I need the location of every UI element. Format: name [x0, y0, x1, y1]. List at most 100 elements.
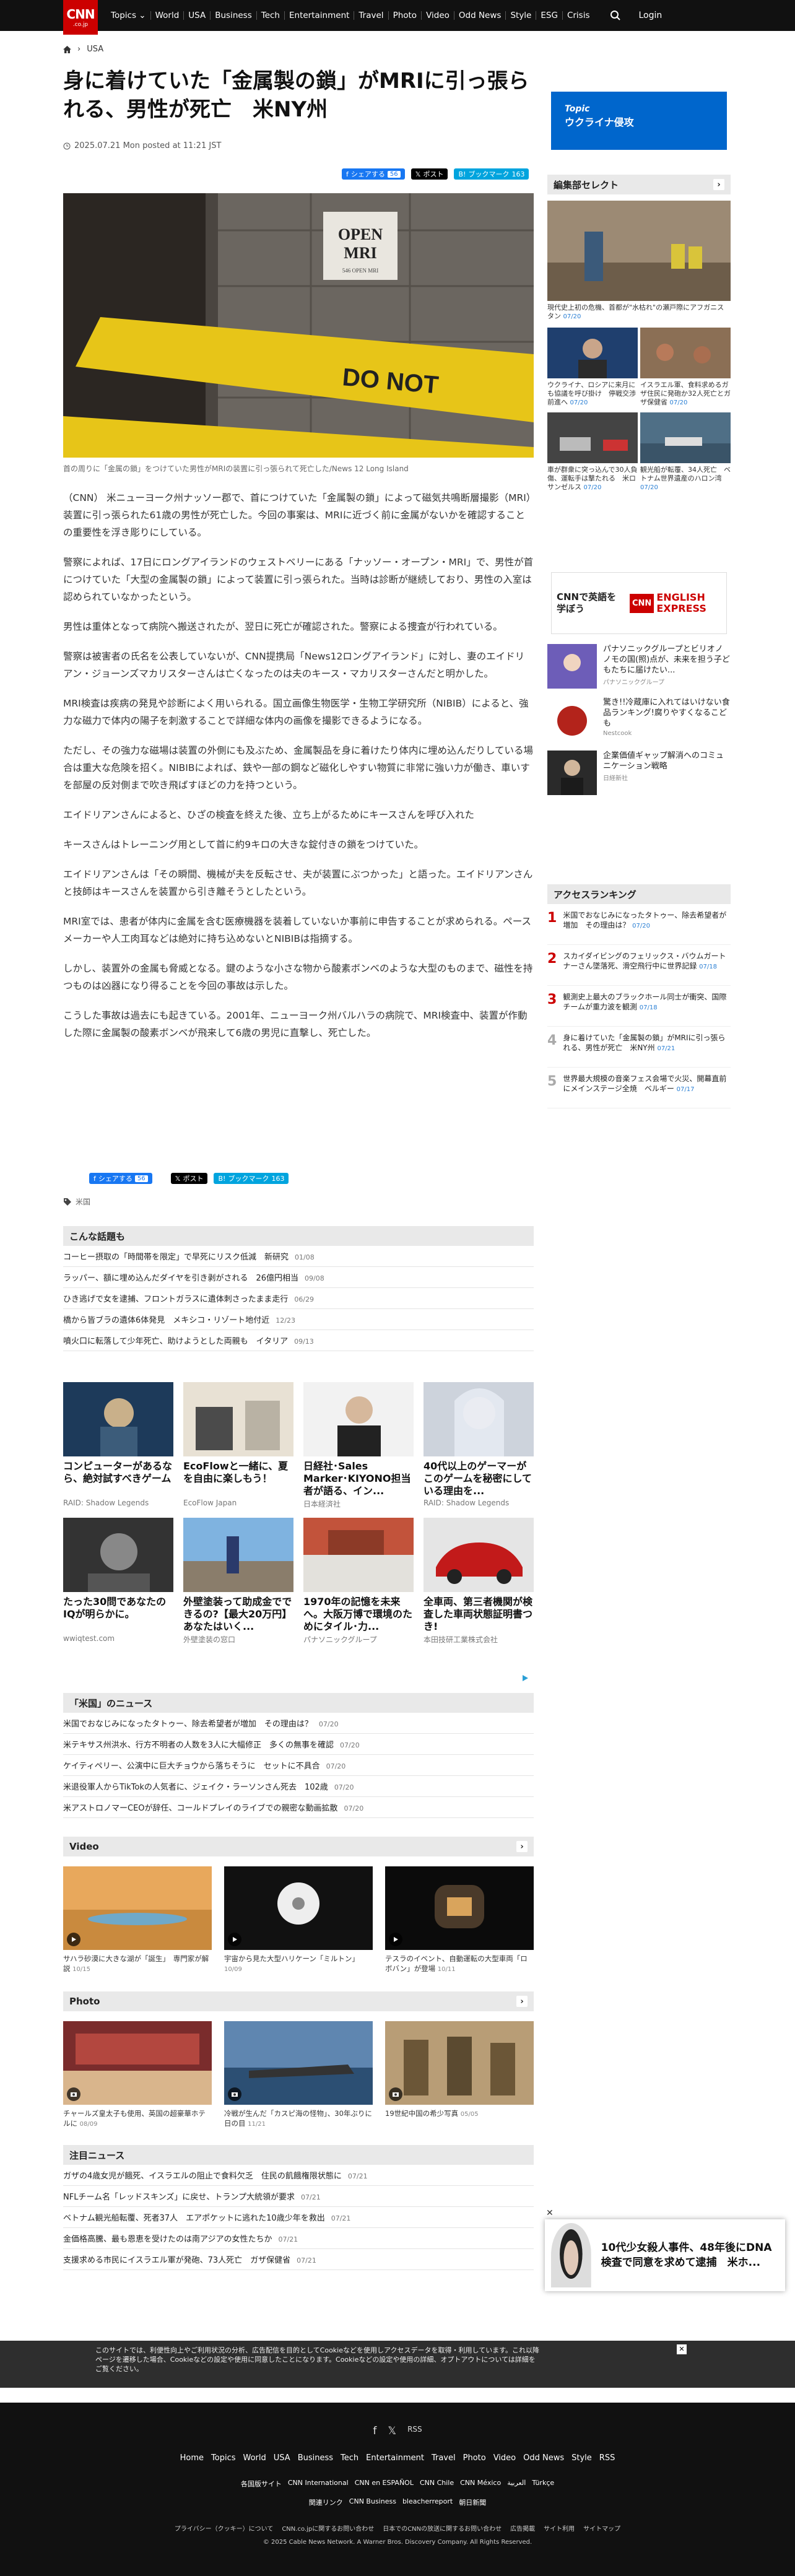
list-item[interactable]: ラッパー、額に埋め込んだダイヤを引き剥がされる 26億円相当 09/08: [63, 1267, 534, 1288]
list-item[interactable]: 米退役軍人からTikTokの人気者に、ジェイク・ラーソンさん死去 102歳 07/…: [63, 1776, 534, 1797]
list-item[interactable]: 米テキサス州洪水、行方不明者の人数を3人に大幅修正 多くの無事を確認 07/20: [63, 1734, 534, 1755]
footer-link[interactable]: Entertainment: [366, 2453, 424, 2463]
nav-odd-news[interactable]: Odd News: [454, 11, 506, 20]
list-item[interactable]: 米アストロノマーCEOが辞任、コールドプレイのライブでの親密な動画拡散 07/20: [63, 1797, 534, 1818]
list-item[interactable]: 金価格高騰、最も恩恵を受けたのは南アジアの女性たちか 07/21: [63, 2228, 534, 2249]
facebook-share-button[interactable]: f シェアする 56: [342, 168, 405, 180]
list-item[interactable]: 噴火口に転落して少年死亡、助けようとした両親も イタリア 09/13: [63, 1330, 534, 1351]
english-express-banner[interactable]: CNNで英語を学ぼう CNN ENGLISH EXPRESS: [551, 572, 727, 634]
footer-link[interactable]: Photo: [463, 2453, 486, 2463]
sponsored-card[interactable]: 全車両、第三者機関が検査した車両状態証明書つき! 本田技研工業株式会社: [424, 1518, 534, 1645]
nav-crisis[interactable]: Crisis: [563, 11, 594, 20]
related-link[interactable]: bleacherreport: [402, 2497, 453, 2507]
promo-item[interactable]: パナソニックグループとビリオノノモの国(照)点が、未来を担う子どもたちに届けたい…: [547, 644, 731, 689]
facebook-share-button[interactable]: f シェアする 56: [89, 1173, 152, 1184]
sponsored-card[interactable]: EcoFlowと一緒に、夏を自由に楽しもう！ EcoFlow Japan: [183, 1382, 293, 1509]
chevron-right-icon[interactable]: ›: [713, 179, 724, 190]
nav-travel[interactable]: Travel: [354, 11, 389, 20]
facebook-icon[interactable]: f: [373, 2425, 376, 2437]
ranking-item[interactable]: 2 スカイダイビングのフェリックス・バウムガートナーさん墜落死、滑空飛行中に世界記…: [547, 945, 731, 986]
edition-link[interactable]: CNN en ESPAÑOL: [355, 2479, 414, 2489]
chevron-right-icon[interactable]: ›: [516, 1996, 528, 2007]
nav-usa[interactable]: USA: [184, 11, 211, 20]
x-icon[interactable]: 𝕏: [388, 2425, 396, 2437]
adchoices-icon[interactable]: [521, 1674, 529, 1682]
x-post-button[interactable]: 𝕏 ポスト: [170, 1173, 208, 1184]
list-item[interactable]: ひき逃げで女を逮捕、フロントガラスに遺体刺さったまま走行 06/29: [63, 1288, 534, 1309]
edition-link[interactable]: العربية: [507, 2479, 526, 2489]
editor-item[interactable]: イスラエル軍、食料求めるガザ住民に発砲か32人死亡とガザ保健省 07/20: [640, 328, 731, 407]
photo-card[interactable]: 冷戦が生んだ「カスピ海の怪物」、30年ぶりに日の目 11/21: [224, 2021, 373, 2130]
footer-link[interactable]: Tech: [341, 2453, 358, 2463]
footer-link[interactable]: Business: [298, 2453, 333, 2463]
nav-video[interactable]: Video: [422, 11, 454, 20]
promo-item[interactable]: 企業価値ギャップ解消へのコミュニケーション戦略 日経新社: [547, 751, 731, 795]
legal-link[interactable]: 広告掲載: [510, 2523, 535, 2533]
edition-link[interactable]: CNN Chile: [420, 2479, 454, 2489]
video-card[interactable]: テスラのイベント、自動運転の大型車両「ロボバン」が登場 10/11: [385, 1866, 534, 1975]
footer-link[interactable]: RSS: [599, 2453, 615, 2463]
x-post-button[interactable]: 𝕏 ポスト: [411, 168, 448, 180]
ranking-item[interactable]: 5 世界最大規模の音楽フェス会場で火災、開幕直前にメインステージ全焼 ベルギー 0…: [547, 1068, 731, 1108]
list-item[interactable]: コーヒー摂取の「時間帯を限定」で早死にリスク低減 新研究 01/08: [63, 1246, 534, 1267]
close-icon[interactable]: ✕: [546, 2208, 554, 2218]
cnn-logo[interactable]: CNN .co.jp: [63, 0, 98, 35]
video-card[interactable]: サハラ砂漠に大きな湖が「誕生」 専門家が解説 10/15: [63, 1866, 212, 1975]
editor-feature[interactable]: 現代史上初の危機、首都が"水枯れ"の瀬戸際にアフガニスタン 07/20: [547, 201, 731, 321]
video-header[interactable]: Video ›: [63, 1837, 534, 1856]
nav-entertainment[interactable]: Entertainment: [285, 11, 355, 20]
sponsored-card[interactable]: 日経社･Sales Marker･KIYONO担当者が語る、イン... 日本経済社: [303, 1382, 414, 1509]
legal-link[interactable]: サイトマップ: [583, 2523, 620, 2533]
editor-item[interactable]: ウクライナ、ロシアに来月にも協議を呼び掛け 停戦交渉前進へ 07/20: [547, 328, 638, 407]
breadcrumb-usa[interactable]: USA: [87, 45, 103, 54]
list-item[interactable]: ベトナム観光船転覆、死者37人 エアポケットに逃れた10歳少年を救出 07/21: [63, 2207, 534, 2228]
nav-topics[interactable]: Topics ⌄: [106, 11, 151, 20]
promo-item[interactable]: 驚き!!冷蔵庫に入れてはいけない食品ランキング!腐りやすくなるこども Nestco…: [547, 697, 731, 742]
related-link[interactable]: CNN Business: [349, 2497, 396, 2507]
topic-banner[interactable]: Topic ウクライナ侵攻: [551, 92, 727, 150]
sponsored-card[interactable]: たった30問であなたのIQが明らかに。 wwiqtest.com: [63, 1518, 173, 1645]
sponsored-card[interactable]: 1970年の記憶を未来へ。大阪万博で環境のためにタイル･力... パナソニックグル…: [303, 1518, 414, 1645]
nav-world[interactable]: World: [151, 11, 185, 20]
footer-link[interactable]: Home: [180, 2453, 204, 2463]
edition-link[interactable]: CNN International: [288, 2479, 349, 2489]
hatena-bookmark-button[interactable]: B! ブックマーク 163: [214, 1173, 289, 1184]
editor-item[interactable]: 観光船が転覆、34人死亡 ベトナム世界遺産のハロン湾 07/20: [640, 412, 731, 492]
footer-link[interactable]: Video: [493, 2453, 516, 2463]
nav-photo[interactable]: Photo: [389, 11, 422, 20]
photo-card[interactable]: チャールズ皇太子も使用、英国の超豪華ホテルに 08/09: [63, 2021, 212, 2130]
photo-card[interactable]: 19世紀中国の希少写真 05/05: [385, 2021, 534, 2130]
list-item[interactable]: 支援求める市民にイスラエル軍が発砲、73人死亡 ガザ保健省 07/21: [63, 2249, 534, 2270]
ranking-item[interactable]: 3 観測史上最大のブラックホール同士が衝突、国際チームが重力波を観測 07/18: [547, 986, 731, 1027]
edition-link[interactable]: Türkçe: [532, 2479, 554, 2489]
legal-link[interactable]: プライバシー（クッキー）について: [175, 2523, 274, 2533]
list-item[interactable]: 米国でおなじみになったタトゥー、除去希望者が増加 その理由は？ 07/20: [63, 1713, 534, 1734]
list-item[interactable]: NFLチーム名「レッドスキンズ」に戻せ、トランプ大統領が要求 07/21: [63, 2186, 534, 2207]
editor-select-header[interactable]: 編集部セレクト ›: [547, 175, 731, 194]
hatena-bookmark-button[interactable]: B! ブックマーク 163: [454, 168, 529, 180]
list-item[interactable]: ガザの4歳女児が餓死、イスラエルの阻止で食料欠乏 住民の飢餓権限状態に 07/21: [63, 2165, 534, 2186]
tag-link[interactable]: 米国: [76, 1196, 90, 1207]
sponsored-card[interactable]: 40代以上のゲーマーがこのゲームを秘密にしている理由を... RAID: Shad…: [424, 1382, 534, 1509]
ranking-item[interactable]: 4 身に着けていた「金属製の鎖」がMRIに引っ張られる、男性が死亡 米NY州 07…: [547, 1027, 731, 1068]
rss-icon[interactable]: RSS: [407, 2425, 422, 2437]
nav-esg[interactable]: ESG: [536, 11, 563, 20]
login-button[interactable]: Login: [638, 11, 662, 20]
list-item[interactable]: ケイティペリー、公演中に巨大チョウから落ちそうに セットに不具合 07/20: [63, 1755, 534, 1776]
related-link[interactable]: 朝日新聞: [459, 2497, 486, 2507]
video-card[interactable]: 宇宙から見た大型ハリケーン「ミルトン」 10/09: [224, 1866, 373, 1975]
list-item[interactable]: 橋から皆ブラの遺体6体発見 メキシコ・リゾート地付近 12/23: [63, 1309, 534, 1330]
footer-link[interactable]: Travel: [432, 2453, 456, 2463]
legal-link[interactable]: 日本でのCNNの放送に関するお問い合わせ: [383, 2523, 502, 2533]
nav-business[interactable]: Business: [211, 11, 257, 20]
footer-link[interactable]: Odd News: [523, 2453, 564, 2463]
editor-item[interactable]: 車が群衆に突っ込んで30人負傷、運転手は撃たれる 米ロサンゼルス 07/20: [547, 412, 638, 492]
legal-link[interactable]: CNN.co.jpに関するお問い合わせ: [282, 2523, 374, 2533]
photo-header[interactable]: Photo ›: [63, 1991, 534, 2011]
legal-link[interactable]: サイト利用: [544, 2523, 575, 2533]
footer-link[interactable]: Style: [571, 2453, 592, 2463]
ranking-item[interactable]: 1 米国でおなじみになったタトゥー、除去希望者が増加 その理由は？ 07/20: [547, 904, 731, 945]
chevron-right-icon[interactable]: ›: [516, 1841, 528, 1852]
footer-link[interactable]: Topics: [211, 2453, 235, 2463]
sponsored-card[interactable]: コンピューターがあるなら、絶対試すべきゲーム RAID: Shadow Legen…: [63, 1382, 173, 1509]
